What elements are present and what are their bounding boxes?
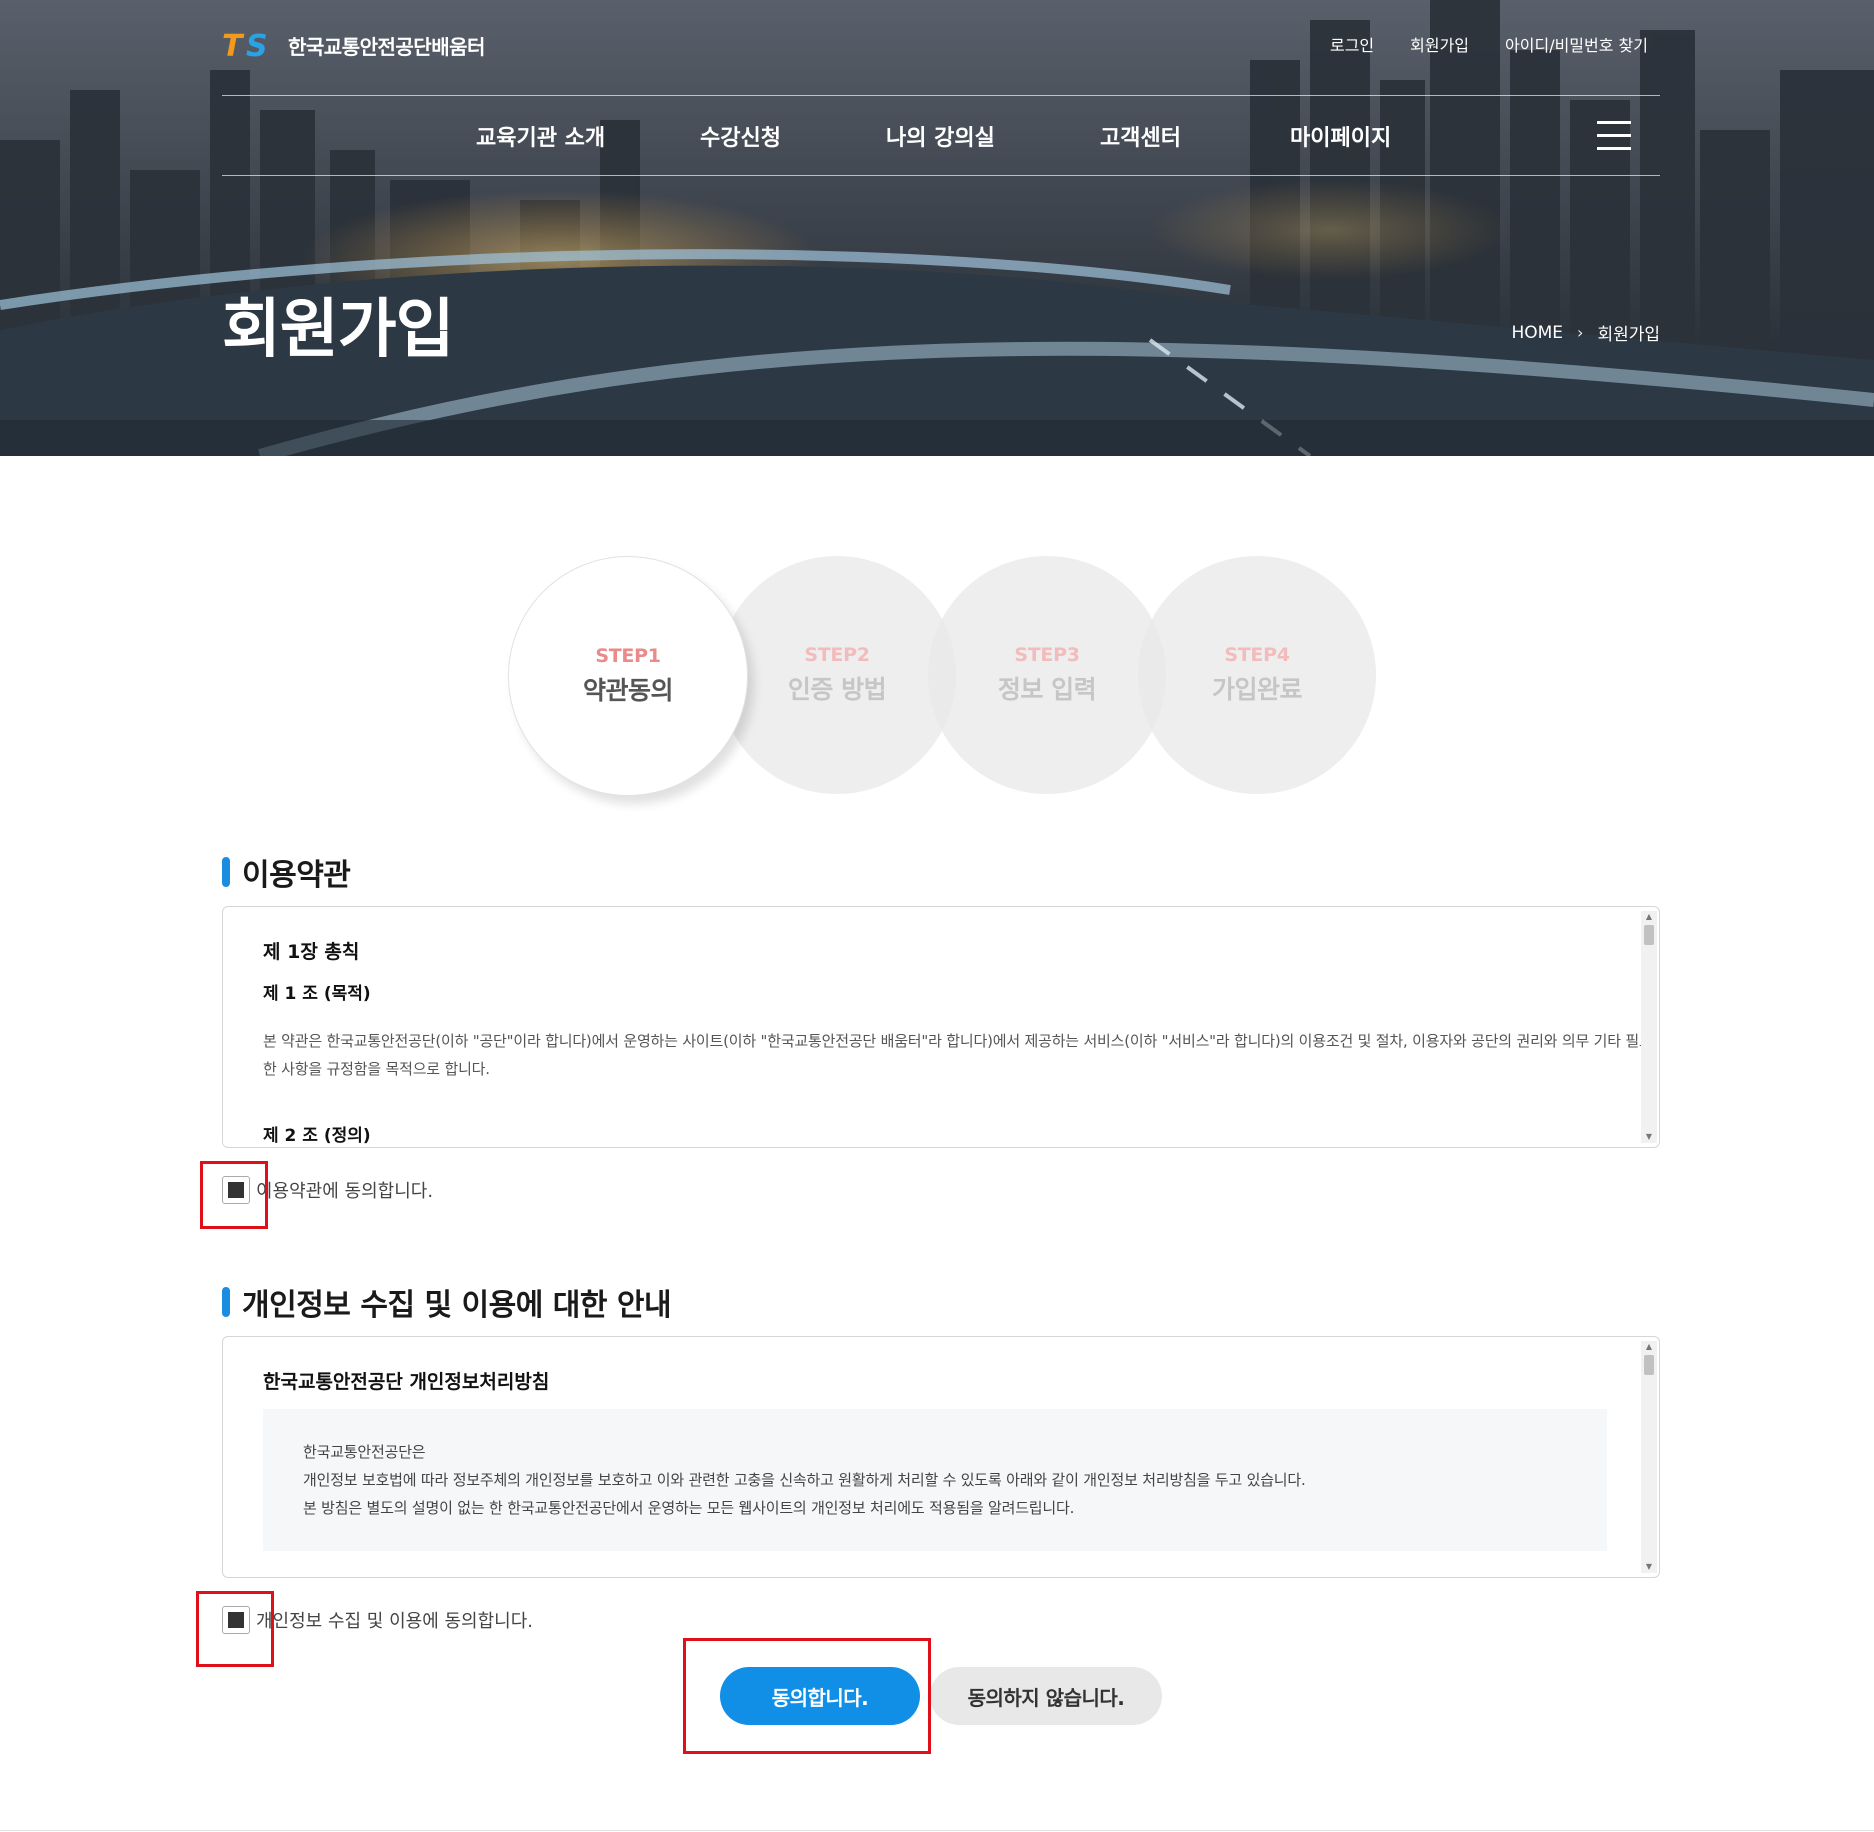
terms-article-2: 제 2 조 (정의) (263, 1126, 371, 1146)
signup-link[interactable]: 회원가입 (1410, 32, 1469, 56)
site-logo[interactable]: T S 한국교통안전공단배움터 (222, 30, 485, 60)
footer-divider (0, 1830, 1874, 1831)
hero-banner: T S 한국교통안전공단배움터 로그인 회원가입 아이디/비밀번호 찾기 교육기… (0, 0, 1874, 456)
terms-section-title: 이용약관 (222, 850, 351, 894)
privacy-agree-row: 개인정보 수집 및 이용에 동의합니다. (222, 1606, 533, 1634)
step-1: STEP1 약관동의 (508, 556, 748, 796)
terms-scroll-box[interactable]: 제 1장 총칙 제 1 조 (목적) 본 약관은 한국교통안전공단(이하 "공단… (222, 906, 1660, 1148)
city-highway-background (0, 0, 1874, 456)
step-number: STEP1 (595, 645, 661, 667)
step-number: STEP3 (1014, 644, 1080, 666)
privacy-scroll-box[interactable]: 한국교통안전공단 개인정보처리방침 한국교통안전공단은 개인정보 보호법에 따라… (222, 1336, 1660, 1578)
scroll-up-icon[interactable]: ▲ (1641, 1341, 1657, 1353)
privacy-notice-box: 한국교통안전공단은 개인정보 보호법에 따라 정보주체의 개인정보를 보호하고 … (263, 1409, 1607, 1551)
scroll-down-icon[interactable]: ▼ (1641, 1561, 1657, 1573)
privacy-agree-checkbox[interactable] (222, 1606, 250, 1634)
privacy-notice-line: 개인정보 보호법에 따라 정보주체의 개인정보를 보호하고 이와 관련한 고충을… (303, 1471, 1306, 1489)
nav-item-enroll[interactable]: 수강신청 (700, 120, 781, 152)
scroll-down-icon[interactable]: ▼ (1641, 1131, 1657, 1143)
hamburger-menu-icon[interactable] (1597, 121, 1631, 151)
step-3: STEP3 정보 입력 (928, 556, 1166, 794)
breadcrumb-current: 회원가입 (1597, 325, 1660, 345)
svg-text:S: S (246, 30, 268, 60)
section-accent-bar (222, 857, 230, 887)
privacy-title: 개인정보 수집 및 이용에 대한 안내 (242, 1288, 672, 1323)
svg-text:T: T (222, 30, 245, 60)
nav-item-my-classroom[interactable]: 나의 강의실 (886, 120, 995, 152)
nav-top-divider (222, 95, 1660, 96)
nav-item-about[interactable]: 교육기관 소개 (476, 120, 605, 152)
breadcrumb-chevron-icon: › (1577, 323, 1584, 342)
logo-text: 한국교통안전공단배움터 (288, 34, 485, 59)
breadcrumb: HOME › 회원가입 (1511, 320, 1660, 346)
find-id-password-link[interactable]: 아이디/비밀번호 찾기 (1505, 32, 1648, 56)
privacy-scrollbar[interactable]: ▲ ▼ (1641, 1341, 1657, 1573)
terms-article-1: 제 1 조 (목적) (263, 984, 371, 1004)
signup-steps: STEP1 약관동의 STEP2 인증 방법 STEP3 정보 입력 STEP4… (0, 556, 1874, 796)
step-name: 약관동의 (582, 676, 674, 705)
terms-article-1-body: 본 약관은 한국교통안전공단(이하 "공단"이라 합니다)에서 운영하는 사이트… (263, 1032, 1653, 1078)
privacy-policy-title: 한국교통안전공단 개인정보처리방침 (263, 1371, 550, 1393)
privacy-section-title: 개인정보 수집 및 이용에 대한 안내 (222, 1280, 672, 1324)
step-number: STEP2 (804, 644, 870, 666)
page-title: 회원가입 (222, 293, 455, 367)
scroll-up-icon[interactable]: ▲ (1641, 911, 1657, 923)
terms-agree-label[interactable]: 이용약관에 동의합니다. (256, 1177, 433, 1203)
step-name: 정보 입력 (997, 675, 1097, 704)
utility-links: 로그인 회원가입 아이디/비밀번호 찾기 (1330, 32, 1648, 56)
section-accent-bar (222, 1287, 230, 1317)
terms-chapter: 제 1장 총칙 (263, 941, 360, 963)
step-name: 가입완료 (1211, 675, 1303, 704)
login-link[interactable]: 로그인 (1330, 32, 1374, 56)
terms-title: 이용약관 (242, 858, 351, 893)
privacy-notice-line: 한국교통안전공단은 (303, 1443, 426, 1461)
terms-scrollbar[interactable]: ▲ ▼ (1641, 911, 1657, 1143)
scroll-thumb[interactable] (1644, 925, 1654, 945)
agree-button[interactable]: 동의합니다. (720, 1667, 920, 1725)
nav-item-mypage[interactable]: 마이페이지 (1290, 120, 1391, 152)
privacy-agree-label[interactable]: 개인정보 수집 및 이용에 동의합니다. (256, 1607, 533, 1633)
terms-agree-checkbox[interactable] (222, 1176, 250, 1204)
step-name: 인증 방법 (787, 675, 887, 704)
main-nav: 교육기관 소개 수강신청 나의 강의실 고객센터 마이페이지 (0, 120, 1874, 154)
nav-bottom-divider (222, 175, 1660, 176)
ts-logo-icon: T S (222, 30, 268, 60)
step-2: STEP2 인증 방법 (718, 556, 956, 794)
breadcrumb-home[interactable]: HOME (1511, 323, 1563, 343)
terms-agree-row: 이용약관에 동의합니다. (222, 1176, 433, 1204)
step-number: STEP4 (1224, 644, 1290, 666)
nav-item-customer-center[interactable]: 고객센터 (1100, 120, 1181, 152)
privacy-notice-line: 본 방침은 별도의 설명이 없는 한 한국교통안전공단에서 운영하는 모든 웹사… (303, 1499, 1075, 1517)
decline-button[interactable]: 동의하지 않습니다. (930, 1667, 1162, 1725)
scroll-thumb[interactable] (1644, 1355, 1654, 1375)
step-4: STEP4 가입완료 (1138, 556, 1376, 794)
